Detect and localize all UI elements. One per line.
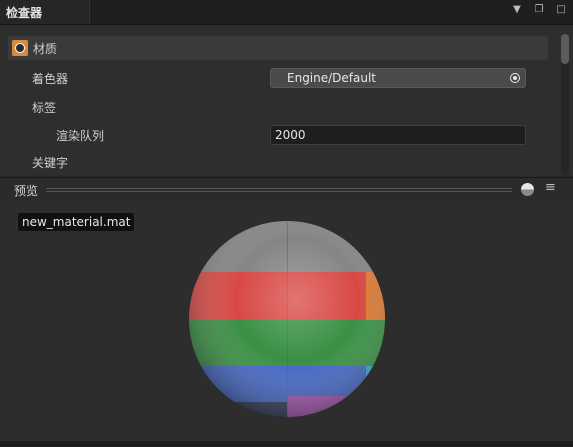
tags-row: 标签 xyxy=(8,94,553,120)
shader-label: 着色器 xyxy=(32,71,69,86)
preview-sphere xyxy=(189,221,385,417)
restore-icon[interactable]: ❐ xyxy=(533,4,545,15)
shader-value: Engine/Default xyxy=(287,71,377,85)
dropdown-icon[interactable]: ▼ xyxy=(511,4,523,15)
render-queue-label: 渲染队列 xyxy=(56,128,105,143)
preview-divider-handle[interactable] xyxy=(46,188,512,192)
maximize-icon[interactable]: □ xyxy=(555,4,567,15)
inspector-tab-label: 检查器 xyxy=(6,5,43,20)
sphere-shading xyxy=(189,221,385,417)
preview-viewport[interactable]: new_material.mat xyxy=(0,200,573,447)
tags-label[interactable]: 标签 xyxy=(32,99,56,116)
keywords-row: 关键字 xyxy=(8,149,553,175)
inspector-tab[interactable]: 检查器 xyxy=(0,0,90,24)
scrollbar-thumb[interactable] xyxy=(561,34,569,64)
scrollbar[interactable] xyxy=(561,34,569,174)
keywords-label[interactable]: 关键字 xyxy=(32,154,68,171)
preview-header: 预览 ≡ xyxy=(0,177,573,200)
shader-row: 着色器 Engine/Default xyxy=(8,65,553,91)
render-queue-input[interactable]: 2000 xyxy=(270,125,526,145)
shader-select[interactable]: Engine/Default xyxy=(270,68,526,88)
section-label: 材质 xyxy=(33,41,58,56)
material-section-header[interactable]: 材质 xyxy=(8,36,548,60)
bottom-bar xyxy=(0,441,573,447)
window-controls: ▼ ❐ □ xyxy=(511,4,567,15)
select-asset-icon[interactable] xyxy=(510,73,520,83)
menu-icon[interactable]: ≡ xyxy=(545,180,556,195)
preview-sphere-icon[interactable] xyxy=(521,183,534,196)
sphere-band-cyan xyxy=(366,366,385,402)
material-icon xyxy=(12,40,28,56)
preview-title: 预览 xyxy=(14,184,39,198)
render-queue-row: 渲染队列 2000 xyxy=(8,122,553,148)
title-bar: 检查器 ▼ ❐ □ xyxy=(0,0,573,25)
